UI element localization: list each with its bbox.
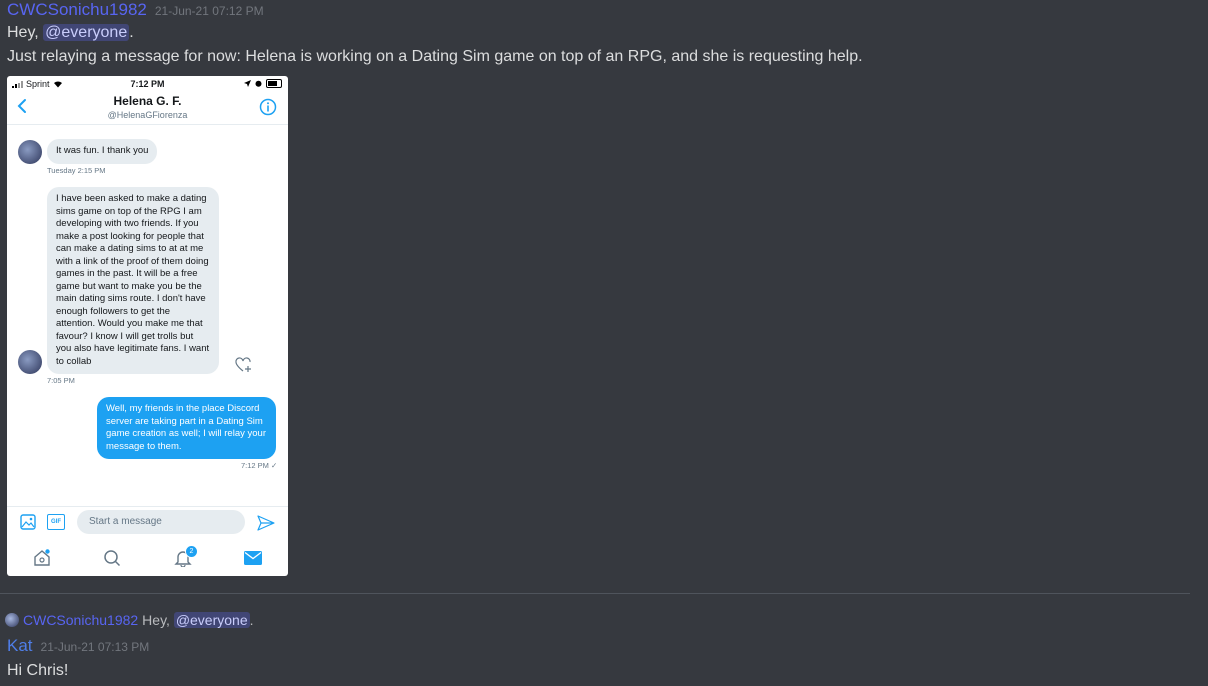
messages-envelope-icon[interactable] [244, 551, 262, 565]
message-bubble-outgoing: Well, my friends in the place Discord se… [97, 397, 276, 459]
battery-icon [266, 79, 282, 88]
message-divider [0, 593, 1190, 594]
contact-name: Helena G. F. [113, 94, 182, 108]
username[interactable]: CWCSonichu1982 [7, 0, 147, 20]
mention-everyone[interactable]: @everyone [43, 24, 130, 41]
message-composer: GIF Start a message [7, 506, 288, 539]
message-time: 7:12 PM ✓ [241, 461, 278, 470]
mention-everyone[interactable]: @everyone [173, 612, 250, 628]
avatar [5, 613, 19, 627]
tab-bar: 2 [7, 540, 288, 576]
message-text: Hi Chris! [7, 662, 69, 679]
message-bubble-incoming: It was fun. I thank you [47, 139, 158, 164]
attachment-image[interactable]: Sprint 7:12 PM Helena G. F. @HelenaGFior… [7, 76, 288, 576]
home-icon[interactable] [33, 549, 51, 567]
message-time: Tuesday 2:15 PM [47, 166, 106, 175]
message-timestamp: 21-Jun-21 07:13 PM [40, 640, 150, 654]
gif-label: GIF [51, 519, 61, 525]
reply-text: Hey, [142, 612, 170, 628]
reply-text: . [249, 612, 254, 628]
message-time: 7:05 PM [47, 376, 75, 385]
gif-button[interactable]: GIF [47, 514, 65, 530]
message-text: . [129, 24, 134, 41]
message-header: Kat 21-Jun-21 07:13 PM [7, 636, 149, 656]
notification-badge: 2 [185, 545, 198, 558]
reply-reference[interactable]: CWCSonichu1982 Hey, @everyone. [5, 612, 254, 628]
info-icon[interactable] [259, 98, 277, 116]
avatar [18, 350, 42, 374]
message-line: Hey, @everyone. [7, 24, 134, 42]
username[interactable]: Kat [7, 636, 33, 656]
message-header: CWCSonichu1982 21-Jun-21 07:12 PM [7, 0, 264, 20]
message-input[interactable]: Start a message [77, 510, 245, 534]
search-icon[interactable] [103, 549, 121, 567]
avatar [18, 140, 42, 164]
send-icon[interactable] [257, 515, 275, 531]
message-text: Just relaying a message for now: Helena … [7, 48, 863, 65]
alarm-icon [255, 80, 262, 87]
location-icon [244, 80, 251, 87]
image-icon[interactable] [20, 514, 36, 530]
message-text: Hey, [7, 24, 44, 41]
status-bar: Sprint 7:12 PM [7, 76, 288, 92]
message-bubble-incoming: I have been asked to make a dating sims … [47, 187, 219, 374]
message-timestamp: 21-Jun-21 07:12 PM [154, 4, 264, 18]
reply-username[interactable]: CWCSonichu1982 [23, 612, 138, 628]
contact-handle: @HelenaGFiorenza [107, 110, 188, 120]
conversation-header: Helena G. F. @HelenaGFiorenza [7, 92, 288, 125]
heart-add-icon[interactable] [235, 357, 253, 373]
